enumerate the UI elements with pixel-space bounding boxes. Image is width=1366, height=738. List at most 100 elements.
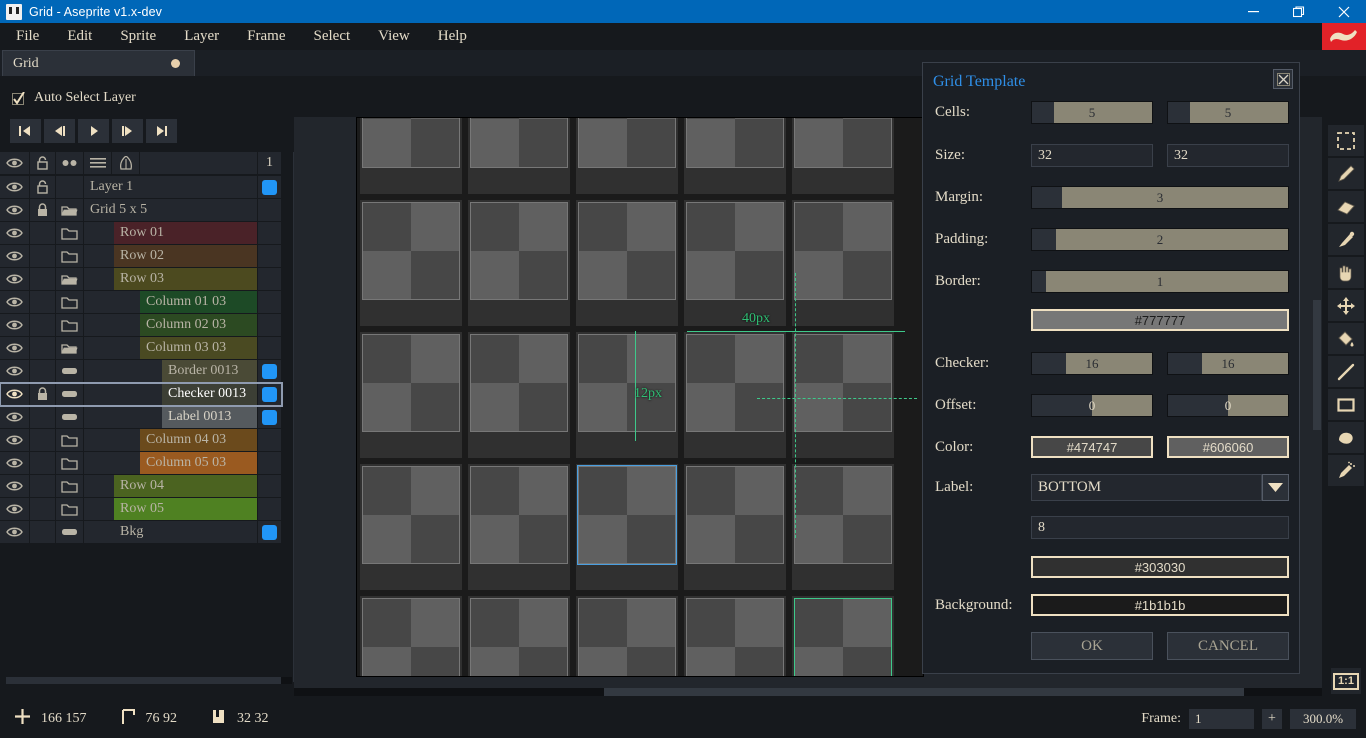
layer-frame-cell[interactable] [258,452,282,475]
document-tab-grid[interactable]: Grid [2,50,195,76]
padding-slider[interactable]: 2 [1031,228,1289,251]
eye-icon[interactable] [0,152,30,175]
label-color-button[interactable]: #303030 [1031,556,1289,578]
label-position-select[interactable]: BOTTOM [1031,474,1262,501]
layer-row[interactable]: Grid 5 x 5 [0,199,282,222]
checker-y-slider[interactable]: 16 [1167,352,1289,375]
previous-frame-button[interactable] [44,119,75,143]
tool-rectangle[interactable] [1328,389,1364,420]
canvas-horizontal-scrollbar[interactable] [294,688,1322,696]
auto-select-layer-checkbox[interactable]: Auto Select Layer [12,90,136,106]
grid-cell[interactable] [468,332,570,458]
layer-type-icon[interactable] [56,291,84,314]
layer-type-icon[interactable] [56,383,84,406]
menu-view[interactable]: View [366,26,422,47]
maximize-button[interactable] [1276,0,1321,23]
layer-lock-toggle[interactable] [30,314,56,337]
tool-paint-bucket[interactable] [1328,323,1364,354]
offset-x-slider[interactable]: 0 [1031,394,1153,417]
grid-cell[interactable] [792,464,894,590]
layer-frame-cell[interactable] [258,176,282,199]
layer-type-icon[interactable] [56,475,84,498]
layer-type-icon[interactable] [56,268,84,291]
first-frame-button[interactable] [10,119,41,143]
grid-cell[interactable] [468,118,570,194]
layer-row[interactable]: Row 01 [0,222,282,245]
menu-sprite[interactable]: Sprite [108,26,168,47]
layer-type-icon[interactable] [56,337,84,360]
canvas-vertical-scrollbar[interactable] [1313,300,1321,430]
label-size-input[interactable]: 8 [1031,516,1289,539]
cells-y-slider[interactable]: 5 [1167,101,1289,124]
layer-frame-cell[interactable] [258,337,282,360]
grid-cell[interactable] [792,200,894,326]
layer-type-icon[interactable] [56,176,84,199]
grid-cell[interactable] [576,596,678,676]
offset-y-slider[interactable]: 0 [1167,394,1289,417]
layer-row[interactable]: Bkg [0,521,282,544]
layer-frame-cell[interactable] [258,383,282,406]
grid-cell[interactable] [792,118,894,194]
layer-row[interactable]: Column 03 03 [0,337,282,360]
layer-lock-toggle[interactable] [30,199,56,222]
layer-visibility-toggle[interactable] [0,406,30,429]
tool-lasso[interactable] [1328,422,1364,453]
border-slider[interactable]: 1 [1031,270,1289,293]
layer-frame-cell[interactable] [258,314,282,337]
layer-visibility-toggle[interactable] [0,475,30,498]
layer-lock-toggle[interactable] [30,360,56,383]
layer-type-icon[interactable] [56,245,84,268]
color-1-button[interactable]: #474747 [1031,436,1153,458]
layer-row[interactable]: Layer 1 [0,176,282,199]
layer-lock-toggle[interactable] [30,268,56,291]
grid-cell[interactable] [576,118,678,194]
menu-edit[interactable]: Edit [55,26,104,47]
layer-row[interactable]: Column 02 03 [0,314,282,337]
layer-lock-toggle[interactable] [30,452,56,475]
zoom-level-display[interactable]: 300.0% [1290,709,1356,729]
background-color-button[interactable]: #1b1b1b [1031,594,1289,616]
layer-frame-cell[interactable] [258,521,282,544]
grid-cell[interactable] [360,596,462,676]
layer-type-icon[interactable] [56,521,84,544]
layer-row[interactable]: Column 01 03 [0,291,282,314]
layer-lock-toggle[interactable] [30,291,56,314]
chevron-down-icon[interactable] [1262,474,1289,501]
margin-slider[interactable]: 3 [1031,186,1289,209]
layer-lock-toggle[interactable] [30,406,56,429]
ok-button[interactable]: OK [1031,632,1153,660]
layer-visibility-toggle[interactable] [0,291,30,314]
grid-cell[interactable] [468,596,570,676]
layer-row[interactable]: Label 0013 [0,406,282,429]
layer-frame-cell[interactable] [258,475,282,498]
layer-type-icon[interactable] [56,222,84,245]
tool-line[interactable] [1328,356,1364,387]
layer-lock-toggle[interactable] [30,245,56,268]
layer-visibility-toggle[interactable] [0,222,30,245]
hamburger-icon[interactable] [84,152,112,175]
layer-lock-toggle[interactable] [30,475,56,498]
layer-frame-cell[interactable] [258,268,282,291]
layer-row[interactable]: Border 0013 [0,360,282,383]
grid-cell[interactable] [684,464,786,590]
layer-frame-cell[interactable] [258,291,282,314]
layer-row[interactable]: Row 05 [0,498,282,521]
layer-type-icon[interactable] [56,429,84,452]
tool-rectangular-marquee[interactable] [1328,125,1364,156]
dialog-close-button[interactable] [1273,69,1293,89]
menu-frame[interactable]: Frame [235,26,297,47]
grid-cell[interactable] [468,200,570,326]
play-button[interactable] [78,119,109,143]
layer-visibility-toggle[interactable] [0,360,30,383]
layer-visibility-toggle[interactable] [0,498,30,521]
continuous-icon[interactable] [56,152,84,175]
sprite-canvas[interactable]: 40px 12px [356,117,924,677]
layer-lock-toggle[interactable] [30,176,56,199]
grid-cell[interactable] [576,200,678,326]
layer-frame-cell[interactable] [258,360,282,383]
layer-visibility-toggle[interactable] [0,314,30,337]
layer-visibility-toggle[interactable] [0,521,30,544]
layer-type-icon[interactable] [56,360,84,383]
layer-visibility-toggle[interactable] [0,383,30,406]
tool-hand[interactable] [1328,257,1364,288]
